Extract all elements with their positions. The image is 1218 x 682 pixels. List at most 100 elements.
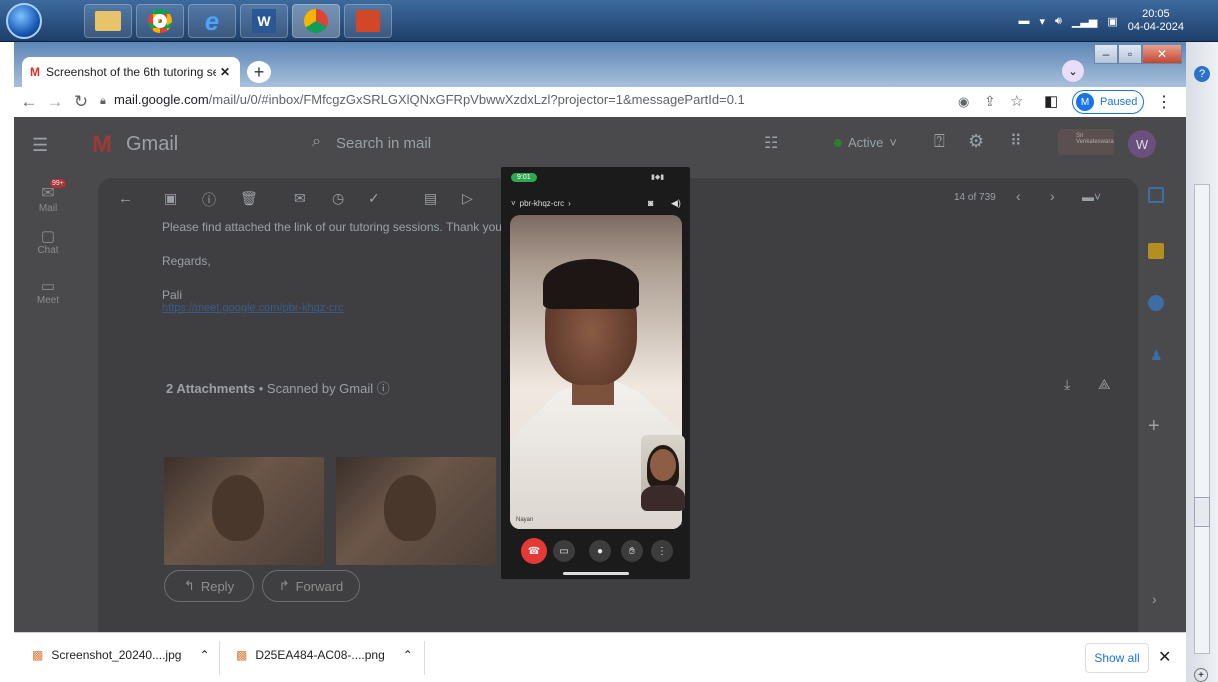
snooze-icon[interactable]: ◷	[332, 190, 344, 207]
chevron-down-icon: ˅	[889, 135, 897, 150]
download-all-icon[interactable]: ⤓	[1064, 376, 1070, 393]
meeting-header[interactable]: ˅ pbr-khqz-crc ›	[511, 199, 571, 208]
scrollbar-thumb[interactable]	[1194, 497, 1210, 527]
search-icon[interactable]: ⌕	[312, 133, 321, 151]
active-status-label: Active	[848, 135, 884, 150]
help-icon[interactable]: ?	[1194, 66, 1210, 82]
meet-link[interactable]: https://meet.google.com/pbr-khqz-crc	[162, 302, 344, 314]
contacts-icon[interactable]: ♟	[1150, 347, 1163, 364]
start-button[interactable]	[6, 3, 42, 39]
volume-icon[interactable]: 🔊︎	[1055, 15, 1062, 28]
close-window-button[interactable]: ✕	[1142, 44, 1182, 64]
address-bar[interactable]: mail.google.com/mail/u/0/#inbox/FMfcgzGx…	[114, 92, 745, 107]
keep-icon[interactable]	[1148, 243, 1164, 259]
sidepanel-icon[interactable]: ◧	[1044, 92, 1058, 110]
more-options-button[interactable]: ⋮	[651, 540, 673, 562]
new-tab-button[interactable]: +	[247, 61, 271, 83]
close-tab-icon[interactable]: ✕	[220, 65, 230, 79]
report-spam-icon[interactable]: ⓘ	[202, 190, 216, 210]
mark-unread-icon[interactable]: ✉	[294, 190, 306, 207]
powerpoint-icon[interactable]	[344, 4, 392, 38]
call-screenshot[interactable]: 9:01 ▮◆▮ ˅ pbr-khqz-crc › ◙ ◀) Nayan ⋮ ☎ …	[501, 167, 690, 579]
zoom-in-icon[interactable]: +	[1194, 668, 1208, 682]
self-face	[650, 449, 676, 481]
add-task-icon[interactable]: ✓	[368, 190, 380, 207]
tab-active[interactable]: M Screenshot of the 6th tutoring se ✕	[22, 57, 240, 87]
end-call-button[interactable]: ☎	[521, 538, 547, 564]
camera-toggle-button[interactable]: ▭	[553, 540, 575, 562]
star-icon[interactable]: ☆	[1010, 92, 1023, 110]
older-chevron-icon[interactable]: ‹	[1016, 188, 1021, 204]
show-all-button[interactable]: Show all	[1085, 643, 1149, 673]
input-tools-icon[interactable]: ▬˅	[1082, 190, 1101, 204]
ie-icon[interactable]: e	[188, 4, 236, 38]
close-downloads-icon[interactable]: ✕	[1158, 647, 1171, 667]
newer-chevron-icon[interactable]: ›	[1050, 188, 1055, 204]
download-item-2[interactable]: ▩ D25EA484-AC08-....png ⌃	[236, 648, 413, 662]
delete-icon[interactable]: 🗑︎	[240, 190, 258, 207]
active-status-button[interactable]: Active ˅	[834, 135, 897, 150]
account-avatar[interactable]: W	[1128, 130, 1156, 158]
eye-icon[interactable]: ◉	[958, 94, 969, 110]
rail-mail-label: Mail	[38, 203, 58, 214]
calendar-icon[interactable]	[1148, 187, 1164, 203]
dot-separator: •	[258, 381, 267, 396]
speaker-icon[interactable]: ◀)	[671, 198, 681, 209]
chevron-up-icon[interactable]: ⌃	[199, 648, 209, 662]
rail-meet[interactable]: ▭ Meet	[28, 277, 68, 306]
word-icon[interactable]: W	[240, 4, 288, 38]
gmail-favicon-icon: M	[30, 65, 40, 79]
share-icon[interactable]: ⇪	[984, 93, 996, 110]
add-addon-icon[interactable]: +	[1148, 415, 1160, 438]
explorer-icon[interactable]	[84, 4, 132, 38]
chevron-up-icon[interactable]: ⌃	[403, 648, 413, 662]
signal-icon[interactable]: ▁▃▅	[1072, 15, 1097, 28]
download-item-1[interactable]: ▩ Screenshot_20240....jpg ⌃	[32, 648, 210, 662]
chrome-icon[interactable]	[136, 4, 184, 38]
tab-strip: M Screenshot of the 6th tutoring se ✕ + …	[14, 42, 1186, 87]
profile-paused-button[interactable]: M Paused	[1072, 90, 1144, 114]
forward-arrow-icon[interactable]: →	[44, 92, 66, 112]
chrome-meet-icon[interactable]	[292, 4, 340, 38]
attachment-thumbnail-2[interactable]	[336, 457, 496, 565]
apps-grid-icon[interactable]: ⠿	[1010, 131, 1022, 151]
tasks-icon[interactable]	[1148, 295, 1164, 311]
search-input[interactable]: Search in mail	[336, 135, 431, 152]
save-to-drive-icon[interactable]: ⟁	[1098, 376, 1111, 393]
expand-panel-icon[interactable]: ›	[1152, 591, 1157, 607]
minimize-button[interactable]: –	[1094, 44, 1118, 64]
participant-more-icon[interactable]: ⋮	[677, 517, 685, 526]
label-icon[interactable]: ▷	[462, 190, 473, 207]
help-icon[interactable]: ⍰	[934, 131, 945, 152]
info-icon[interactable]: ⓘ	[377, 381, 390, 396]
mic-toggle-button[interactable]: ●	[589, 540, 611, 562]
move-to-icon[interactable]: ▤	[424, 190, 437, 207]
menu-kebab-icon[interactable]: ⋮	[1156, 92, 1172, 112]
filter-icon[interactable]: ☷	[764, 133, 778, 153]
settings-gear-icon[interactable]: ⚙	[968, 131, 984, 152]
rail-mail[interactable]: ✉ 99+ Mail	[28, 179, 68, 214]
network-icon[interactable]: ▣	[1107, 15, 1117, 28]
hamburger-menu-icon[interactable]: ☰	[32, 135, 48, 156]
tab-search-button[interactable]: ⌄	[1062, 60, 1084, 82]
chevron-down-icon[interactable]: ▾	[1039, 15, 1045, 28]
rail-chat[interactable]: ▢ Chat	[28, 227, 68, 256]
rail-chat-label: Chat	[37, 245, 59, 256]
battery-icon[interactable]: ▬	[1018, 15, 1029, 27]
back-arrow-icon[interactable]: ←	[118, 190, 133, 207]
archive-icon[interactable]: ▣	[164, 190, 177, 207]
self-view-video[interactable]	[641, 435, 685, 511]
reply-button[interactable]: ↰ Reply	[164, 570, 254, 602]
attachment-thumbnail-1[interactable]	[164, 457, 324, 565]
clock[interactable]: 20:05 04-04-2024	[1128, 8, 1184, 34]
maximize-button[interactable]: ▫	[1118, 44, 1142, 64]
org-badge[interactable]: Sri Venkateswara	[1058, 129, 1114, 155]
switch-camera-icon[interactable]: ◙	[648, 198, 653, 208]
reply-icon: ↰	[183, 578, 195, 593]
forward-button[interactable]: ↱ Forward	[262, 570, 360, 602]
raise-hand-button[interactable]: ✋︎	[621, 540, 643, 562]
reload-icon[interactable]: ↻	[70, 92, 92, 112]
back-arrow-icon[interactable]: ←	[18, 92, 40, 112]
self-name-label: Nayan	[516, 517, 534, 523]
scrollbar-track[interactable]	[1194, 184, 1210, 654]
